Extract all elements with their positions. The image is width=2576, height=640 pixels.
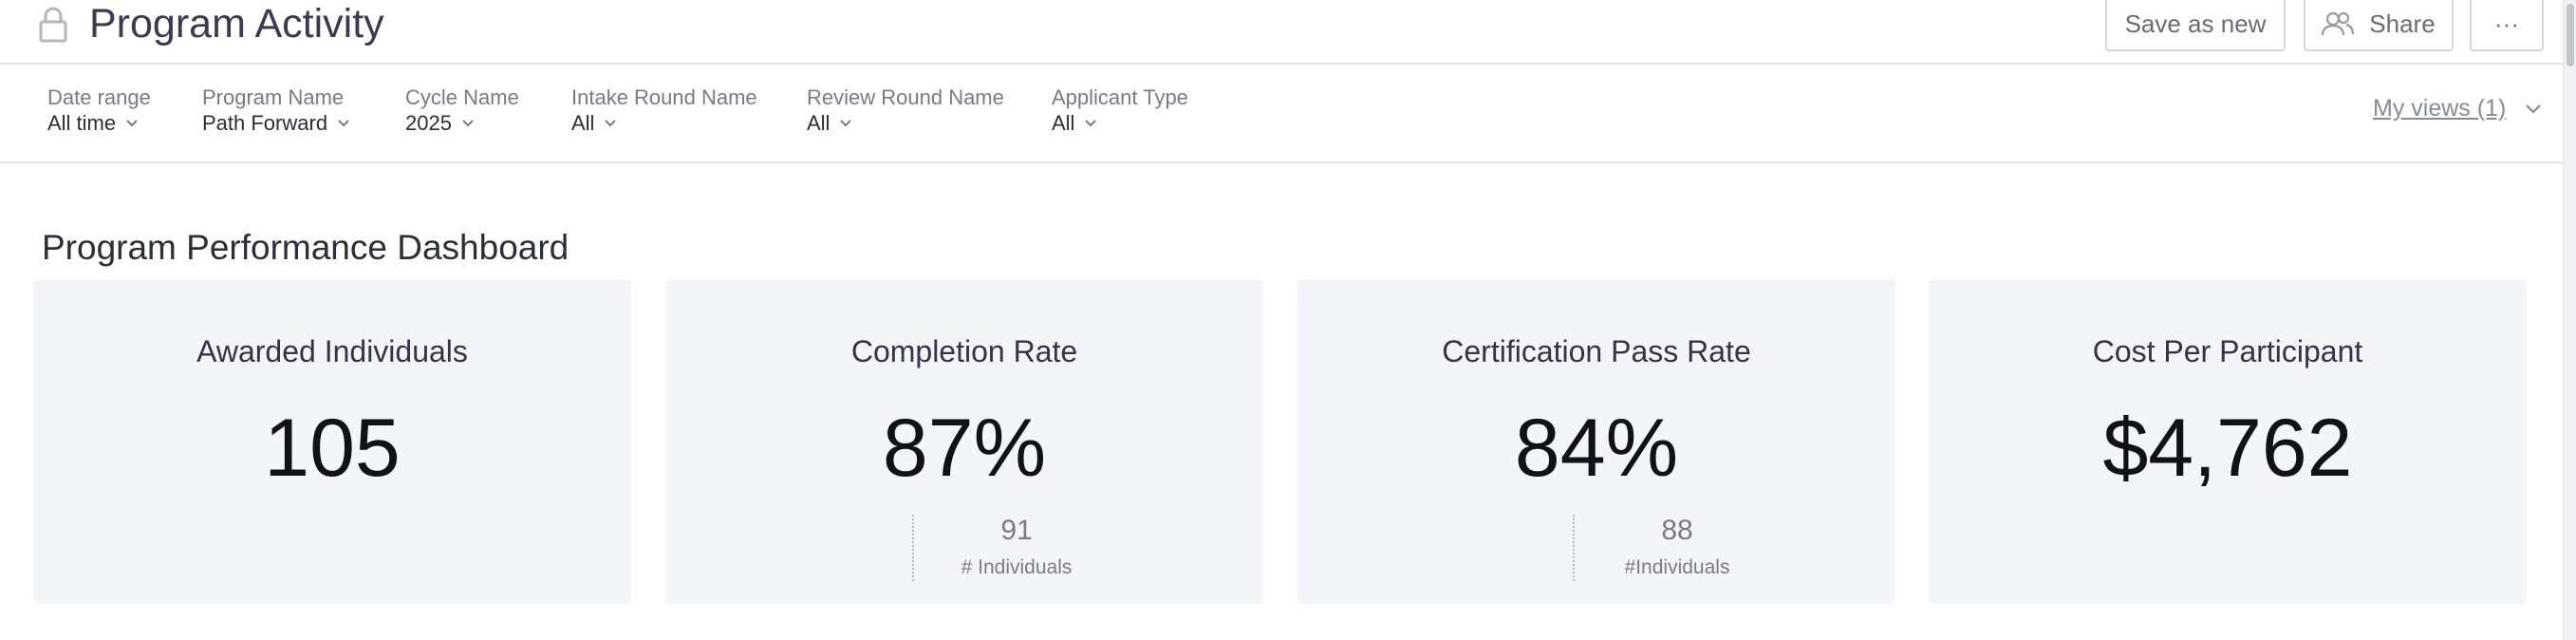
- filter-label: Applicant Type: [1052, 85, 1188, 109]
- my-views-dropdown[interactable]: My views (1): [2373, 95, 2542, 122]
- filter-value: 2025: [405, 111, 452, 135]
- filter-value: Path Forward: [202, 111, 328, 135]
- filter-value: All: [571, 111, 595, 135]
- filter-review-round-name[interactable]: Review Round Name All: [807, 85, 1004, 137]
- kpi-title: Completion Rate: [850, 334, 1078, 368]
- kpi-value: $4,762: [2102, 403, 2353, 494]
- filter-date-range[interactable]: Date range All time: [47, 85, 151, 137]
- kpi-value: 105: [264, 403, 401, 494]
- filter-program-name[interactable]: Program Name Path Forward: [202, 85, 350, 137]
- kpi-card-awarded-individuals: Awarded Individuals 105: [33, 279, 631, 604]
- chevron-down-icon: [2526, 104, 2542, 114]
- app-window: Program Activity Save as new Share ··· D…: [0, 0, 2576, 640]
- filter-intake-round-name[interactable]: Intake Round Name All: [571, 85, 757, 137]
- kpi-card-completion-rate: Completion Rate 87% 91 # Individuals: [665, 279, 1263, 604]
- chevron-down-icon: [840, 120, 852, 127]
- filter-bar: Date range All time Program Name Path Fo…: [0, 65, 2563, 163]
- filter-applicant-type[interactable]: Applicant Type All: [1052, 85, 1188, 137]
- kpi-value: 84%: [1514, 403, 1679, 494]
- filter-value: All time: [47, 111, 117, 135]
- chevron-down-icon: [462, 120, 474, 127]
- lock-icon: [38, 6, 68, 44]
- divider: [1573, 515, 1575, 581]
- filter-value: All: [807, 111, 831, 135]
- filter-cycle-name[interactable]: Cycle Name 2025: [405, 85, 519, 137]
- filter-label: Date range: [47, 85, 151, 109]
- filter-label: Cycle Name: [405, 85, 519, 109]
- share-label: Share: [2369, 9, 2436, 38]
- more-icon: ···: [2494, 9, 2519, 38]
- chevron-down-icon: [1085, 120, 1097, 127]
- scrollbar-thumb[interactable]: [2567, 4, 2574, 66]
- dashboard-title: Program Performance Dashboard: [42, 228, 569, 267]
- kpi-card-cost-per-participant: Cost Per Participant $4,762: [1929, 279, 2527, 604]
- kpi-sub-label: # Individuals: [961, 556, 1073, 578]
- kpi-sub-count: 91: [1000, 515, 1033, 546]
- save-as-new-label: Save as new: [2124, 9, 2267, 38]
- my-views-label: My views (1): [2373, 95, 2507, 122]
- kpi-sub-label: #Individuals: [1624, 556, 1730, 578]
- scrollbar[interactable]: [2563, 0, 2576, 640]
- chevron-down-icon: [605, 120, 617, 127]
- kpi-sub-count: 88: [1661, 515, 1693, 546]
- divider: [912, 515, 914, 581]
- filter-label: Intake Round Name: [571, 85, 757, 109]
- filter-label: Program Name: [202, 85, 345, 109]
- chevron-down-icon: [126, 120, 138, 127]
- page-title: Program Activity: [89, 1, 384, 47]
- kpi-value: 87%: [882, 403, 1047, 494]
- save-as-new-button[interactable]: Save as new: [2105, 0, 2286, 51]
- kpi-title: Awarded Individuals: [196, 334, 468, 368]
- kpi-title: Certification Pass Rate: [1442, 334, 1751, 368]
- page-header: Program Activity Save as new Share ···: [0, 0, 2563, 65]
- more-options-button[interactable]: ···: [2470, 0, 2544, 51]
- chevron-down-icon: [338, 120, 349, 127]
- kpi-subvalue: 91 # Individuals: [912, 515, 1102, 581]
- share-button[interactable]: Share: [2304, 0, 2454, 51]
- kpi-card-certification-pass-rate: Certification Pass Rate 84% 88 #Individu…: [1297, 279, 1895, 604]
- filter-label: Review Round Name: [807, 85, 1004, 109]
- kpi-subvalue: 88 #Individuals: [1573, 515, 1763, 581]
- kpi-title: Cost Per Participant: [2092, 334, 2363, 368]
- filter-value: All: [1052, 111, 1075, 135]
- people-icon: [2322, 11, 2355, 36]
